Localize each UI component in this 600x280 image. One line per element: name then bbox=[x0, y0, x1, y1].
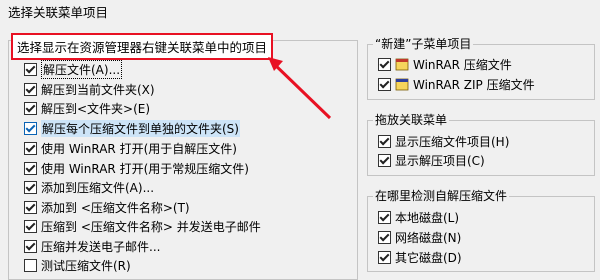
winrar-zip-icon bbox=[395, 77, 409, 91]
option-label: 本地磁盘(L) bbox=[395, 210, 460, 225]
checkbox[interactable] bbox=[24, 141, 37, 155]
option-label: 使用 WinRAR 打开(用于自解压文件) bbox=[41, 141, 237, 156]
option-extract-files[interactable]: 解压文件(A)... bbox=[24, 59, 123, 79]
option-extract-here[interactable]: 解压到当前文件夹(X) bbox=[24, 81, 155, 97]
option-new-rar-archive[interactable]: WinRAR 压缩文件 bbox=[378, 56, 512, 72]
option-show-archive-items[interactable]: 显示压缩文件项目(H) bbox=[378, 133, 509, 149]
checkbox[interactable] bbox=[24, 121, 37, 135]
option-network-disks[interactable]: 网络磁盘(N) bbox=[378, 229, 461, 245]
checkbox[interactable] bbox=[24, 200, 37, 214]
option-test-archive[interactable]: 测试压缩文件(R) bbox=[24, 257, 131, 273]
option-label: 添加到压缩文件(A)... bbox=[41, 180, 155, 195]
option-label: 显示压缩文件项目(H) bbox=[395, 134, 510, 149]
option-label: WinRAR ZIP 压缩文件 bbox=[413, 77, 535, 92]
option-compress-and-email[interactable]: 压缩并发送电子邮件... bbox=[24, 238, 160, 254]
option-extract-each-separately[interactable]: 解压每个压缩文件到单独的文件夹(S) bbox=[24, 119, 240, 137]
option-label: 压缩到 <压缩文件名称> 并发送电子邮件 bbox=[41, 219, 261, 234]
option-new-zip-archive[interactable]: WinRAR ZIP 压缩文件 bbox=[378, 76, 535, 92]
option-open-archive-with-winrar[interactable]: 使用 WinRAR 打开(用于常规压缩文件) bbox=[24, 160, 249, 176]
checkbox[interactable] bbox=[378, 210, 391, 224]
option-add-to-archive[interactable]: 添加到压缩文件(A)... bbox=[24, 179, 154, 195]
checkbox[interactable] bbox=[24, 239, 37, 253]
option-label: 压缩并发送电子邮件... bbox=[41, 239, 161, 254]
checkbox[interactable] bbox=[24, 161, 37, 175]
checkbox[interactable] bbox=[378, 250, 391, 264]
option-label: WinRAR 压缩文件 bbox=[413, 57, 512, 72]
checkbox[interactable] bbox=[24, 258, 37, 272]
context-menu-items-heading: 选择显示在资源管理器右键关联菜单中的项目 bbox=[11, 33, 274, 60]
option-show-extract-items[interactable]: 显示解压项目(C) bbox=[378, 152, 485, 168]
option-label: 解压每个压缩文件到单独的文件夹(S) bbox=[41, 119, 240, 137]
checkbox[interactable] bbox=[24, 101, 37, 115]
checkbox[interactable] bbox=[24, 62, 37, 76]
option-label: 测试压缩文件(R) bbox=[41, 258, 131, 273]
option-label: 添加到 <压缩文件名称>(T) bbox=[41, 200, 190, 215]
checkbox[interactable] bbox=[378, 153, 391, 167]
option-add-to-named-archive[interactable]: 添加到 <压缩文件名称>(T) bbox=[24, 199, 190, 215]
sfx-detection-title: 在哪里检测自解压缩文件 bbox=[373, 187, 510, 204]
option-label: 解压到当前文件夹(X) bbox=[41, 82, 155, 97]
dialog-title: 选择关联菜单项目 bbox=[8, 5, 109, 20]
option-label: 网络磁盘(N) bbox=[395, 230, 462, 245]
option-open-sfx-with-winrar[interactable]: 使用 WinRAR 打开(用于自解压文件) bbox=[24, 140, 237, 156]
option-label: 其它磁盘(D) bbox=[395, 250, 462, 265]
option-label: 显示解压项目(C) bbox=[395, 153, 485, 168]
new-submenu-title: “新建”子菜单项目 bbox=[373, 35, 474, 52]
option-label: 解压到<文件夹>(E) bbox=[41, 101, 151, 116]
checkbox[interactable] bbox=[24, 219, 37, 233]
option-label: 解压文件(A)... bbox=[41, 59, 123, 79]
option-extract-to-folder[interactable]: 解压到<文件夹>(E) bbox=[24, 100, 150, 116]
checkbox[interactable] bbox=[24, 180, 37, 194]
checkbox[interactable] bbox=[378, 134, 391, 148]
checkbox[interactable] bbox=[378, 57, 391, 71]
drag-drop-menu-title: 拖放关联菜单 bbox=[373, 111, 450, 128]
option-label: 使用 WinRAR 打开(用于常规压缩文件) bbox=[41, 161, 249, 176]
option-compress-and-email-named[interactable]: 压缩到 <压缩文件名称> 并发送电子邮件 bbox=[24, 218, 261, 234]
checkbox[interactable] bbox=[378, 77, 391, 91]
checkbox[interactable] bbox=[24, 82, 37, 96]
checkbox[interactable] bbox=[378, 230, 391, 244]
winrar-archive-icon bbox=[395, 57, 409, 71]
option-local-disks[interactable]: 本地磁盘(L) bbox=[378, 209, 459, 225]
option-other-disks[interactable]: 其它磁盘(D) bbox=[378, 249, 462, 265]
